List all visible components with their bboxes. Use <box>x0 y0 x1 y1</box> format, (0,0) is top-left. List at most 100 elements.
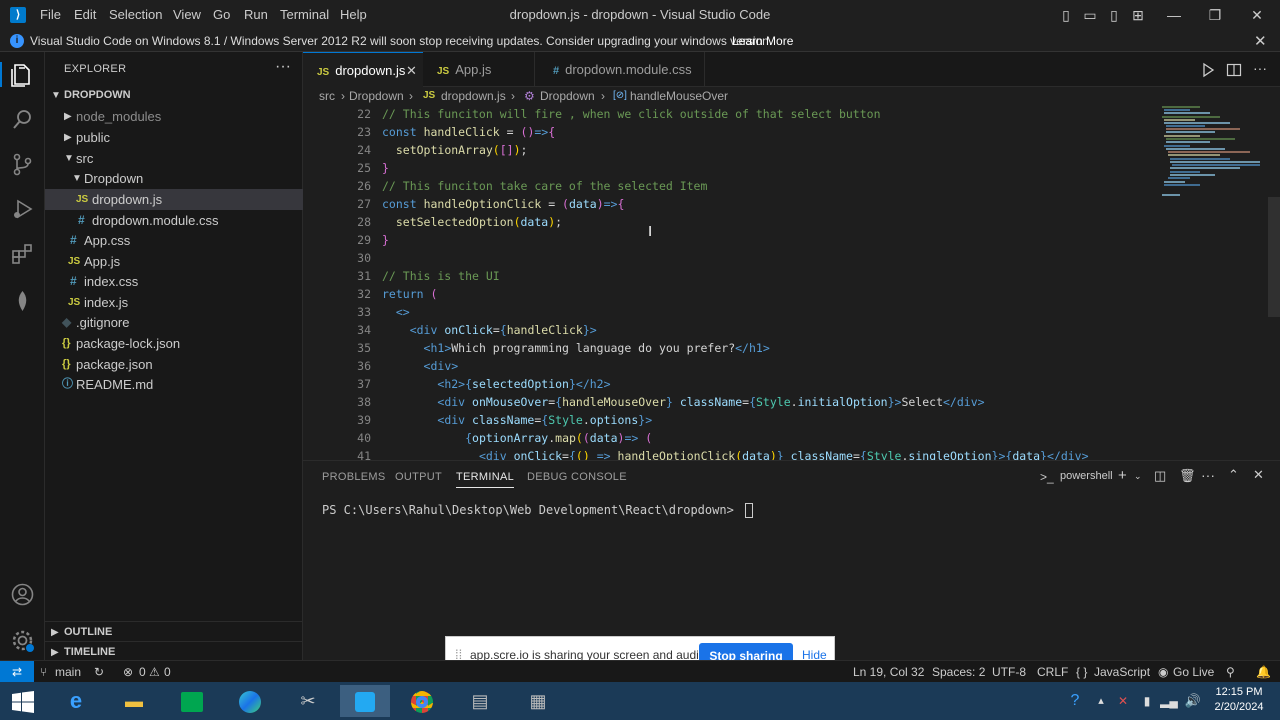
tree-item-dropdown-folder[interactable]: ▼ Dropdown <box>45 168 303 189</box>
file-explorer-icon[interactable]: ▬ <box>114 685 154 717</box>
network-icon[interactable]: ▂▄ <box>1158 685 1180 717</box>
menu-edit[interactable]: Edit <box>74 7 96 22</box>
panel-tab-problems[interactable]: PROBLEMS <box>322 471 386 483</box>
warning-count[interactable]: 0 <box>164 661 171 683</box>
toggle-secondary-sidebar-icon[interactable]: ▯ <box>1103 4 1125 26</box>
new-terminal-icon[interactable]: + <box>1118 467 1127 484</box>
split-editor-icon[interactable] <box>1226 62 1242 78</box>
split-terminal-icon[interactable]: ◫ <box>1154 468 1166 484</box>
system-clock[interactable]: 12:15 PM 2/20/2024 <box>1204 685 1274 715</box>
feedback-icon[interactable]: ⚲ <box>1226 661 1235 683</box>
tree-item-gitignore[interactable]: ◆ .gitignore <box>45 312 303 333</box>
app-window-icon[interactable]: ▤ <box>460 685 500 717</box>
toggle-sidebar-icon[interactable]: ▯ <box>1055 4 1077 26</box>
close-banner-icon[interactable]: ✕ <box>1254 32 1267 50</box>
menu-help[interactable]: Help <box>340 7 367 22</box>
outline-section[interactable]: ▶ OUTLINE <box>45 621 303 642</box>
tray-chevron-icon[interactable]: ▴ <box>1090 685 1112 717</box>
maximize-panel-icon[interactable]: ⌃ <box>1228 467 1239 483</box>
accounts-icon[interactable] <box>10 582 35 607</box>
indentation[interactable]: Spaces: 2 <box>932 661 985 683</box>
chrome-browser-icon[interactable] <box>402 685 442 717</box>
warning-icon[interactable]: ⚠ <box>149 661 160 683</box>
tree-item-app-css[interactable]: # App.css <box>45 230 303 251</box>
encoding[interactable]: UTF-8 <box>992 661 1026 683</box>
tab-app-js[interactable]: JS App.js <box>423 52 535 87</box>
menu-go[interactable]: Go <box>213 7 230 22</box>
menu-selection[interactable]: Selection <box>109 7 162 22</box>
minimap[interactable] <box>1160 105 1270 205</box>
mongodb-leaf-icon[interactable] <box>10 289 35 314</box>
sync-icon[interactable]: ↻ <box>94 661 104 683</box>
shell-selector[interactable]: powershell <box>1060 470 1113 482</box>
end-of-line[interactable]: CRLF <box>1037 661 1068 683</box>
tray-app-icon[interactable]: ✕ <box>1112 685 1134 717</box>
go-live-button[interactable]: Go Live <box>1173 661 1214 683</box>
menu-run[interactable]: Run <box>244 7 268 22</box>
app-window-2-icon[interactable]: ▦ <box>518 685 558 717</box>
tree-item-dropdown-module-css[interactable]: # dropdown.module.css <box>45 210 303 231</box>
notifications-bell-icon[interactable]: 🔔 <box>1256 661 1271 683</box>
close-tab-icon[interactable]: ✕ <box>406 53 417 88</box>
code-content[interactable]: // This funciton will fire , when we cli… <box>382 105 1089 460</box>
tab-dropdown-module-css[interactable]: # dropdown.module.css <box>535 52 705 87</box>
more-actions-icon[interactable]: ··· <box>275 58 291 76</box>
panel-tab-terminal[interactable]: TERMINAL <box>456 471 515 488</box>
toggle-panel-icon[interactable]: ▭ <box>1079 4 1101 26</box>
error-icon[interactable]: ⊗ <box>123 661 133 683</box>
maximize-button[interactable]: ❐ <box>1204 4 1226 26</box>
breadcrumb-symbol-dropdown[interactable]: Dropdown <box>540 87 595 105</box>
tree-item-readme[interactable]: ⓘ README.md <box>45 374 303 395</box>
timeline-section[interactable]: ▶ TIMELINE <box>45 641 303 662</box>
tree-root-dropdown[interactable]: ▼ DROPDOWN <box>45 85 303 106</box>
terminal-output[interactable]: PS C:\Users\Rahul\Desktop\Web Developmen… <box>322 503 754 518</box>
volume-icon[interactable]: 🔊 <box>1182 685 1204 717</box>
run-code-icon[interactable] <box>1200 62 1216 78</box>
tree-item-public[interactable]: ▶ public <box>45 127 303 148</box>
breadcrumb-dropdown-folder[interactable]: Dropdown <box>349 87 404 105</box>
menu-view[interactable]: View <box>173 7 201 22</box>
minimize-button[interactable]: — <box>1163 4 1185 26</box>
tray-battery-icon[interactable]: ▮ <box>1136 685 1158 717</box>
close-panel-icon[interactable]: ✕ <box>1253 467 1264 483</box>
internet-explorer-icon[interactable]: e <box>56 685 96 717</box>
menu-terminal[interactable]: Terminal <box>280 7 329 22</box>
code-editor[interactable]: 22 23 24 25 26 27 28 29 30 31 32 33 34 35 36 37 38 39 40 41… <box>303 105 1280 460</box>
tree-item-app-js[interactable]: JS App.js <box>45 251 303 272</box>
tree-item-package-lock-json[interactable]: {} package-lock.json <box>45 333 303 354</box>
tree-item-src[interactable]: ▼ src <box>45 148 303 169</box>
kill-terminal-icon[interactable]: 🗑 <box>1179 468 1196 484</box>
close-window-button[interactable]: ✕ <box>1246 4 1268 26</box>
breadcrumb-src[interactable]: src <box>319 87 335 105</box>
tab-dropdown-js[interactable]: JS dropdown.js ✕ <box>303 52 423 87</box>
panel-more-actions-icon[interactable]: ··· <box>1201 467 1215 483</box>
store-icon[interactable] <box>172 685 212 717</box>
chevron-down-icon[interactable]: ⌄ <box>1134 471 1142 482</box>
editor-more-actions-icon[interactable]: ··· <box>1253 60 1267 76</box>
tree-item-index-css[interactable]: # index.css <box>45 271 303 292</box>
language-mode[interactable]: JavaScript <box>1094 661 1150 683</box>
branch-name[interactable]: main <box>55 661 81 683</box>
manage-gear-icon[interactable] <box>10 628 35 653</box>
panel-tab-output[interactable]: OUTPUT <box>395 471 442 483</box>
menu-file[interactable]: File <box>40 7 61 22</box>
search-icon[interactable] <box>10 107 35 132</box>
source-control-icon[interactable] <box>10 152 35 177</box>
run-debug-icon[interactable] <box>10 197 35 222</box>
customize-layout-icon[interactable]: ⊞ <box>1127 4 1149 26</box>
tree-item-dropdown-js[interactable]: JS dropdown.js <box>45 189 303 210</box>
explorer-files-icon[interactable] <box>0 62 45 87</box>
extensions-icon[interactable] <box>10 242 35 267</box>
windows-start-icon[interactable] <box>12 691 34 713</box>
branch-icon[interactable]: ⑂ <box>40 661 47 683</box>
tree-item-package-json[interactable]: {} package.json <box>45 354 303 375</box>
panel-tab-debug-console[interactable]: DEBUG CONSOLE <box>527 471 627 483</box>
tree-item-index-js[interactable]: JS index.js <box>45 292 303 313</box>
edge-browser-icon[interactable] <box>230 685 270 717</box>
help-tray-icon[interactable]: ? <box>1060 685 1090 717</box>
error-count[interactable]: 0 <box>139 661 146 683</box>
editor-scrollbar[interactable] <box>1268 197 1280 317</box>
tree-item-node-modules[interactable]: ▶ node_modules <box>45 106 303 127</box>
snipping-tool-icon[interactable]: ✂ <box>288 685 328 717</box>
breadcrumb-file[interactable]: dropdown.js <box>441 87 506 105</box>
